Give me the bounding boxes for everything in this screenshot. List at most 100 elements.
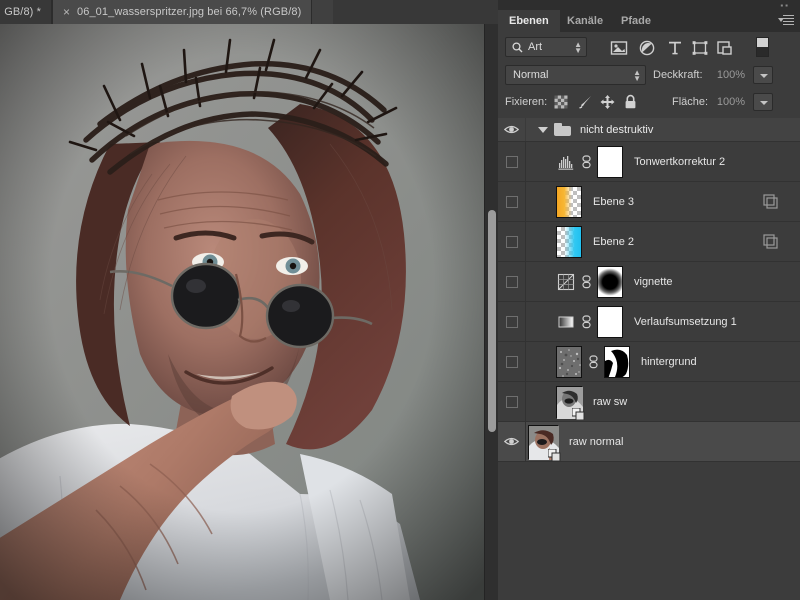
filter-kind-label: Art (528, 41, 542, 53)
layer-name: Tonwertkorrektur 2 (634, 156, 725, 168)
layer-mask-thumbnail[interactable] (597, 266, 623, 298)
fill-slider-dropdown[interactable] (753, 93, 773, 111)
layer-thumbnail[interactable] (528, 425, 558, 459)
smart-object-badge-icon (572, 408, 585, 420)
layer-visibility-toggle[interactable] (498, 118, 526, 141)
curves-icon (556, 272, 576, 292)
link-icon[interactable] (581, 155, 592, 169)
lock-all-icon[interactable] (622, 94, 639, 110)
opacity-slider-dropdown[interactable] (753, 66, 773, 84)
layer-mask-thumbnail[interactable] (604, 346, 630, 378)
table-row[interactable]: vignette (498, 262, 800, 302)
tab-pfade[interactable]: Pfade (610, 10, 662, 32)
layer-filter-row: Art ▲▼ (498, 32, 800, 62)
filter-kind-select[interactable]: Art ▲▼ (505, 37, 587, 57)
image-canvas[interactable] (0, 24, 484, 600)
panel-menu-icon[interactable] (778, 14, 794, 27)
tab-ebenen[interactable]: Ebenen (498, 10, 560, 32)
visibility-empty-box-icon (506, 276, 518, 288)
layer-visibility-toggle[interactable] (498, 382, 526, 421)
table-row[interactable]: raw sw (498, 382, 800, 422)
layer-list[interactable]: nicht destruktiv (498, 118, 800, 468)
visibility-empty-box-icon (506, 156, 518, 168)
layer-visibility-toggle[interactable] (498, 142, 526, 181)
silhouette-mask-thumb (605, 347, 630, 378)
tab-bar-empty-space (333, 0, 498, 24)
photoshop-window: GB/8) * × 06_01_wasserspritzer.jpg bei 6… (0, 0, 800, 600)
tab-kanaele-label: Kanäle (567, 15, 603, 27)
layer-visibility-toggle[interactable] (498, 342, 526, 381)
chevron-updown-icon[interactable]: ▲▼ (574, 42, 582, 54)
lock-transparent-pixels-icon[interactable] (553, 94, 570, 110)
blend-mode-value: Normal (513, 69, 548, 81)
chevron-down-icon[interactable] (538, 127, 548, 133)
document-tab-inactive-label: GB/8) * (4, 6, 41, 18)
layers-panel-empty-area (498, 468, 800, 600)
layer-visibility-toggle[interactable] (498, 302, 526, 341)
fill-value[interactable]: 100% (711, 93, 751, 111)
scrollbar-thumb[interactable] (488, 210, 496, 432)
lock-row: Fixieren: Fläche: (498, 88, 800, 116)
table-row[interactable]: Verlaufsumsetzung 1 (498, 302, 800, 342)
link-icon[interactable] (581, 315, 592, 329)
layer-effects-icon[interactable] (763, 234, 778, 249)
layer-thumbnail[interactable] (556, 226, 582, 258)
lock-image-pixels-icon[interactable] (577, 94, 594, 110)
layer-thumbnail[interactable] (556, 386, 582, 418)
link-icon[interactable] (581, 275, 592, 289)
layers-panel: ▪▪ Ebenen Kanäle Pfade (498, 0, 800, 600)
table-row[interactable]: Ebene 3 (498, 182, 800, 222)
fill-label: Fläche: (672, 96, 708, 108)
folder-icon (554, 123, 571, 136)
eye-icon (504, 436, 519, 447)
table-row[interactable]: Ebene 2 (498, 222, 800, 262)
layer-visibility-toggle[interactable] (498, 182, 526, 221)
tab-pfade-label: Pfade (621, 15, 651, 27)
close-icon[interactable]: × (63, 6, 70, 18)
layer-visibility-toggle[interactable] (498, 422, 526, 461)
filter-enable-toggle[interactable] (756, 37, 769, 57)
layer-name: raw sw (593, 396, 627, 408)
eye-icon (504, 124, 519, 135)
visibility-empty-box-icon (506, 356, 518, 368)
layer-visibility-toggle[interactable] (498, 222, 526, 261)
layer-thumbnail[interactable] (556, 346, 582, 378)
document-tab-inactive[interactable]: GB/8) * (0, 0, 52, 24)
gradient-map-icon (556, 312, 576, 332)
canvas-vertical-scrollbar[interactable] (484, 24, 498, 600)
collapse-to-icons-icon[interactable]: ▪▪ (780, 1, 790, 10)
opacity-label: Deckkraft: (653, 69, 703, 81)
chevron-updown-icon[interactable]: ▲▼ (633, 70, 641, 82)
filter-adjustment-layers-icon[interactable] (638, 40, 656, 56)
layer-effects-icon[interactable] (763, 194, 778, 209)
layer-name: Ebene 3 (593, 196, 634, 208)
document-tab-active-label: 06_01_wasserspritzer.jpg bei 66,7% (RGB/… (77, 6, 301, 18)
tab-ebenen-label: Ebenen (509, 15, 549, 27)
lock-position-icon[interactable] (599, 94, 616, 110)
visibility-empty-box-icon (506, 196, 518, 208)
panel-drag-strip[interactable]: ▪▪ (498, 0, 800, 10)
layer-mask-thumbnail[interactable] (597, 306, 623, 338)
filter-smart-object-layers-icon[interactable] (716, 40, 734, 56)
link-icon[interactable] (588, 355, 599, 369)
layer-name: raw normal (569, 436, 623, 448)
layer-name: Verlaufsumsetzung 1 (634, 316, 737, 328)
filter-pixel-layers-icon[interactable] (610, 40, 628, 56)
table-row[interactable]: nicht destruktiv (498, 118, 800, 142)
layer-thumbnail[interactable] (556, 186, 582, 218)
table-row[interactable]: Tonwertkorrektur 2 (498, 142, 800, 182)
layer-name: vignette (634, 276, 673, 288)
layer-visibility-toggle[interactable] (498, 262, 526, 301)
filter-shape-layers-icon[interactable] (691, 40, 709, 56)
visibility-empty-box-icon (506, 236, 518, 248)
table-row[interactable]: hintergrund (498, 342, 800, 382)
table-row[interactable]: raw normal (498, 422, 800, 462)
layer-mask-thumbnail[interactable] (597, 146, 623, 178)
filter-type-layers-icon[interactable] (666, 40, 684, 56)
opacity-value[interactable]: 100% (711, 66, 751, 84)
layer-name: hintergrund (641, 356, 697, 368)
document-tab-active[interactable]: × 06_01_wasserspritzer.jpg bei 66,7% (RG… (52, 0, 312, 24)
blend-mode-select[interactable]: Normal ▲▼ (505, 65, 646, 85)
magnifier-icon (512, 42, 523, 53)
tab-kanaele[interactable]: Kanäle (556, 10, 614, 32)
